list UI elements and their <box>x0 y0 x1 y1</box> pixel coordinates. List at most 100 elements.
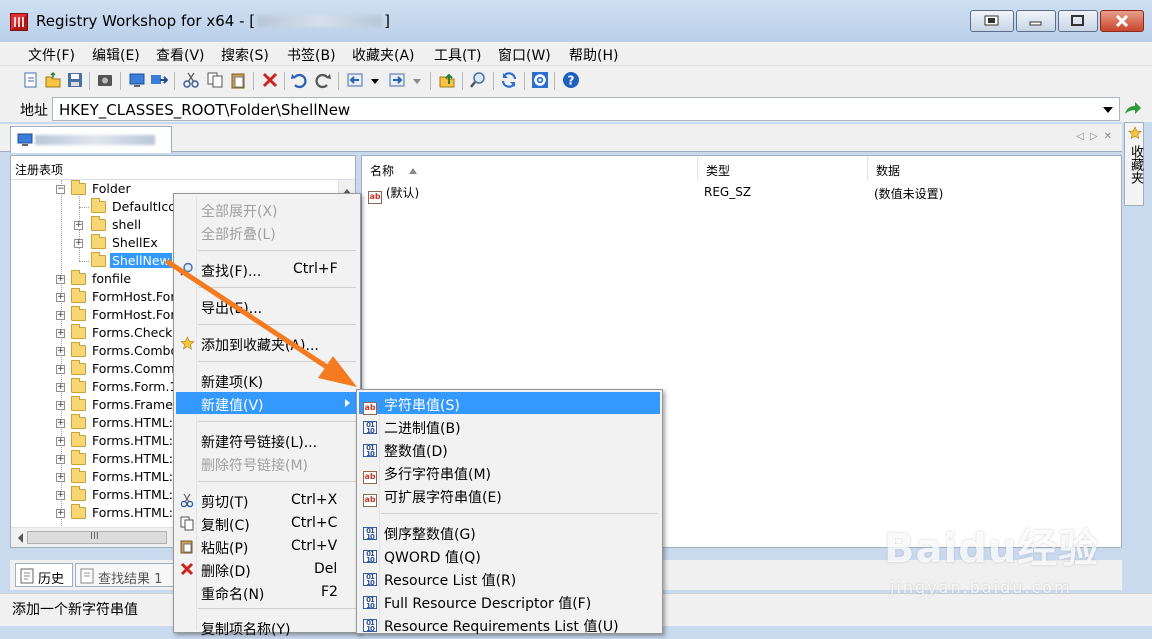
submenu-item-qword-value[interactable]: 01 10 QWORD 值(Q) <box>359 544 660 566</box>
expand-icon[interactable]: + <box>56 419 65 428</box>
value-row-default[interactable]: ab (默认) REG_SZ (数值未设置) <box>362 183 1121 204</box>
column-header-type[interactable]: 类型 <box>698 156 868 180</box>
submenu-item-string-value[interactable]: ab 字符串值(S) <box>359 392 660 415</box>
new-icon[interactable] <box>22 71 40 89</box>
menu-item-add-to-favorites[interactable]: 添加到收藏夹(A)... <box>176 332 358 354</box>
menu-item-new-value[interactable]: 新建值(V) <box>176 392 358 414</box>
expand-icon[interactable]: + <box>56 437 65 446</box>
back-dropdown-icon[interactable] <box>370 71 380 89</box>
menu-favorites[interactable]: 收藏夹(A) <box>352 45 415 65</box>
tree-item-shellnew[interactable]: ShellNew <box>75 252 175 270</box>
expand-icon[interactable]: + <box>56 329 65 338</box>
menu-item-collapse-all[interactable]: 全部折叠(L) <box>176 221 358 243</box>
menu-bookmarks[interactable]: 书签(B) <box>287 45 336 65</box>
tree-item[interactable]: + Forms.Frame.1 <box>55 396 185 414</box>
menu-item-copy[interactable]: 复制(C) Ctrl+C <box>176 512 358 534</box>
menu-item-delete[interactable]: 删除(D) Del <box>176 558 358 580</box>
tree-item[interactable]: + FormHost.Form <box>55 306 187 324</box>
menu-window[interactable]: 窗口(W) <box>498 45 551 65</box>
submenu-item-expandable-string-value[interactable]: ab 可扩展字符串值(E) <box>359 484 660 507</box>
submenu-item-big-endian-dword[interactable]: 01 10 倒序整数值(G) <box>359 521 660 543</box>
menu-search[interactable]: 搜索(S) <box>221 45 269 65</box>
tab-scroll-left-icon[interactable]: ◁ <box>1076 131 1084 142</box>
close-button[interactable] <box>1100 10 1144 32</box>
expand-icon[interactable]: + <box>56 473 65 482</box>
submenu-item-full-resource-descriptor[interactable]: 01 10 Full Resource Descriptor 值(F) <box>359 590 660 612</box>
expand-icon[interactable]: + <box>56 311 65 320</box>
submenu-item-resource-requirements-list[interactable]: 01 10 Resource Requirements List 值(U) <box>359 613 660 635</box>
minimize-button[interactable] <box>1016 10 1056 32</box>
tree-item[interactable]: + Forms.HTML:C <box>55 414 182 432</box>
tree-item[interactable]: + Forms.HTML:R <box>55 504 182 522</box>
paste-icon[interactable] <box>229 71 247 89</box>
menu-item-delete-symlink[interactable]: 删除符号链接(M) <box>176 452 358 474</box>
address-dropdown-icon[interactable] <box>1103 107 1113 113</box>
tree-item[interactable]: + Forms.Comma <box>55 360 182 378</box>
menu-item-paste[interactable]: 粘贴(P) Ctrl+V <box>176 535 358 557</box>
snapshot-icon[interactable] <box>96 71 114 89</box>
submenu-item-dword-value[interactable]: 01 10 整数值(D) <box>359 438 660 460</box>
copy-icon[interactable] <box>206 71 224 89</box>
restore-tab-button[interactable] <box>970 10 1014 32</box>
expand-icon[interactable]: + <box>56 401 65 410</box>
menu-item-cut[interactable]: 剪切(T) Ctrl+X <box>176 489 358 511</box>
tree-item[interactable]: + Forms.Form.1 <box>55 378 177 396</box>
tree-item[interactable]: + Forms.HTML:P <box>55 486 181 504</box>
menu-help[interactable]: 帮助(H) <box>569 45 618 65</box>
collapse-icon[interactable]: − <box>56 185 65 194</box>
undo-icon[interactable] <box>290 71 308 89</box>
expand-icon[interactable]: + <box>74 221 83 230</box>
save-icon[interactable] <box>66 71 84 89</box>
expand-icon[interactable]: + <box>56 365 65 374</box>
delete-icon[interactable] <box>261 71 279 89</box>
menu-item-rename[interactable]: 重命名(N) F2 <box>176 581 358 603</box>
menu-item-expand-all[interactable]: 全部展开(X) <box>176 198 358 220</box>
expand-icon[interactable]: + <box>56 455 65 464</box>
menu-view[interactable]: 查看(V) <box>156 45 205 65</box>
tab-scroll-right-icon[interactable]: ▷ <box>1090 131 1098 142</box>
tab-find-results[interactable]: 查找结果 1 <box>75 563 175 587</box>
find-icon[interactable] <box>469 71 487 89</box>
tree-item[interactable]: + fonfile <box>55 270 175 288</box>
cut-icon[interactable] <box>182 71 200 89</box>
submenu-item-multi-string-value[interactable]: ab 多行字符串值(M) <box>359 461 660 484</box>
settings-icon[interactable] <box>531 71 549 89</box>
expand-icon[interactable]: + <box>74 239 83 248</box>
expand-icon[interactable]: + <box>56 275 65 284</box>
tree-item[interactable]: + Forms.CheckB <box>55 324 181 342</box>
tree-item[interactable]: + Forms.Combo <box>55 342 178 360</box>
scroll-left-icon[interactable] <box>13 530 27 546</box>
menu-edit[interactable]: 编辑(E) <box>92 45 140 65</box>
address-input[interactable]: HKEY_CLASSES_ROOT\Folder\ShellNew <box>52 97 1120 121</box>
menu-item-new-key[interactable]: 新建项(K) <box>176 369 358 391</box>
computer-icon[interactable] <box>128 71 146 89</box>
menu-item-copy-key-name[interactable]: 复制项名称(Y) <box>176 616 358 638</box>
tree-item[interactable]: + Forms.HTML:I <box>55 450 177 468</box>
tree-item[interactable]: + Forms.HTML:C <box>55 468 182 486</box>
forward-dropdown-icon[interactable] <box>412 71 422 89</box>
submenu-item-resource-list[interactable]: 01 10 Resource List 值(R) <box>359 567 660 589</box>
column-header-name[interactable]: 名称 <box>362 156 698 180</box>
tree-item-shell[interactable]: + shell <box>74 216 175 234</box>
menu-item-new-symlink[interactable]: 新建符号链接(L)... <box>176 429 358 451</box>
tab-close-icon[interactable]: ✕ <box>1104 131 1112 142</box>
maximize-button[interactable] <box>1058 10 1098 32</box>
expand-icon[interactable]: + <box>56 383 65 392</box>
tree-item[interactable]: + FormHost.Form <box>55 288 187 306</box>
help-icon[interactable]: ? <box>562 71 580 89</box>
refresh-icon[interactable] <box>500 71 518 89</box>
menu-item-find[interactable]: 查找(F)... Ctrl+F <box>176 258 358 280</box>
expand-icon[interactable]: + <box>56 491 65 500</box>
tree-item[interactable]: + Forms.HTML:H <box>55 432 182 450</box>
menu-item-export[interactable]: 导出(E)... <box>176 295 358 317</box>
redo-icon[interactable] <box>314 71 332 89</box>
up-level-icon[interactable] <box>438 71 456 89</box>
submenu-item-binary-value[interactable]: 01 10 二进制值(B) <box>359 415 660 437</box>
expand-icon[interactable]: + <box>56 509 65 518</box>
scroll-thumb[interactable]: III <box>27 531 167 544</box>
forward-icon[interactable] <box>388 71 406 89</box>
open-icon[interactable] <box>44 71 62 89</box>
expand-icon[interactable]: + <box>56 347 65 356</box>
go-arrow-icon[interactable] <box>1123 100 1143 122</box>
column-header-data[interactable]: 数据 <box>868 156 1123 180</box>
